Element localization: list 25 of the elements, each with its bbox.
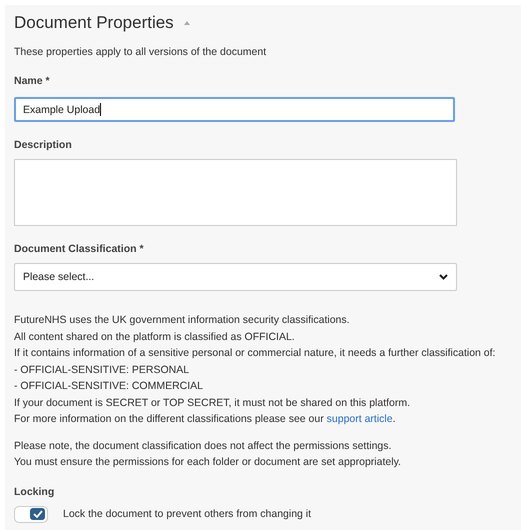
classification-dropdown[interactable]: Please select... [14, 263, 457, 291]
description-field[interactable] [14, 159, 457, 226]
section-title: Document Properties [14, 13, 174, 33]
collapse-caret-icon[interactable] [184, 21, 190, 25]
info-text: FutureNHS uses the UK government information security classifications. [14, 313, 351, 328]
toggle-label: Lock the document to prevent others from changing it [63, 508, 312, 520]
locking-label: Locking [14, 486, 56, 498]
section-description: These properties apply to all versions of the document [14, 46, 268, 58]
field-label: Name * [14, 75, 51, 87]
note-text: You must ensure the permissions for each folder or document are set appropriately. [14, 455, 402, 470]
name-input-field[interactable]: Example Upload [14, 97, 455, 122]
info-text: If it contains information of a sensitive personal or commercial nature, it needs a further classification of: [14, 346, 496, 361]
info-text: For more information on the different classifications please see our [14, 413, 325, 425]
info-text: . [392, 413, 396, 425]
field-label: Document Classification * [14, 243, 145, 255]
info-text: - OFFICIAL-SENSITIVE: COMMERCIAL [14, 379, 204, 394]
support-article-link[interactable]: support article [326, 413, 393, 425]
info-text: If your document is SECRET or TOP SECRET, it must not be shared on this platform. [14, 396, 412, 410]
note-text: Please note, the document classification does not affect the permissions settings. [14, 438, 392, 454]
lock-toggle[interactable] [14, 506, 48, 522]
chevron-down-icon [439, 274, 448, 280]
info-text: All content shared on the platform is classified as OFFICIAL. [14, 330, 296, 344]
info-text: - OFFICIAL-SENSITIVE: PERSONAL [14, 362, 190, 378]
field-label: Description [14, 139, 73, 151]
check-icon [32, 510, 42, 518]
